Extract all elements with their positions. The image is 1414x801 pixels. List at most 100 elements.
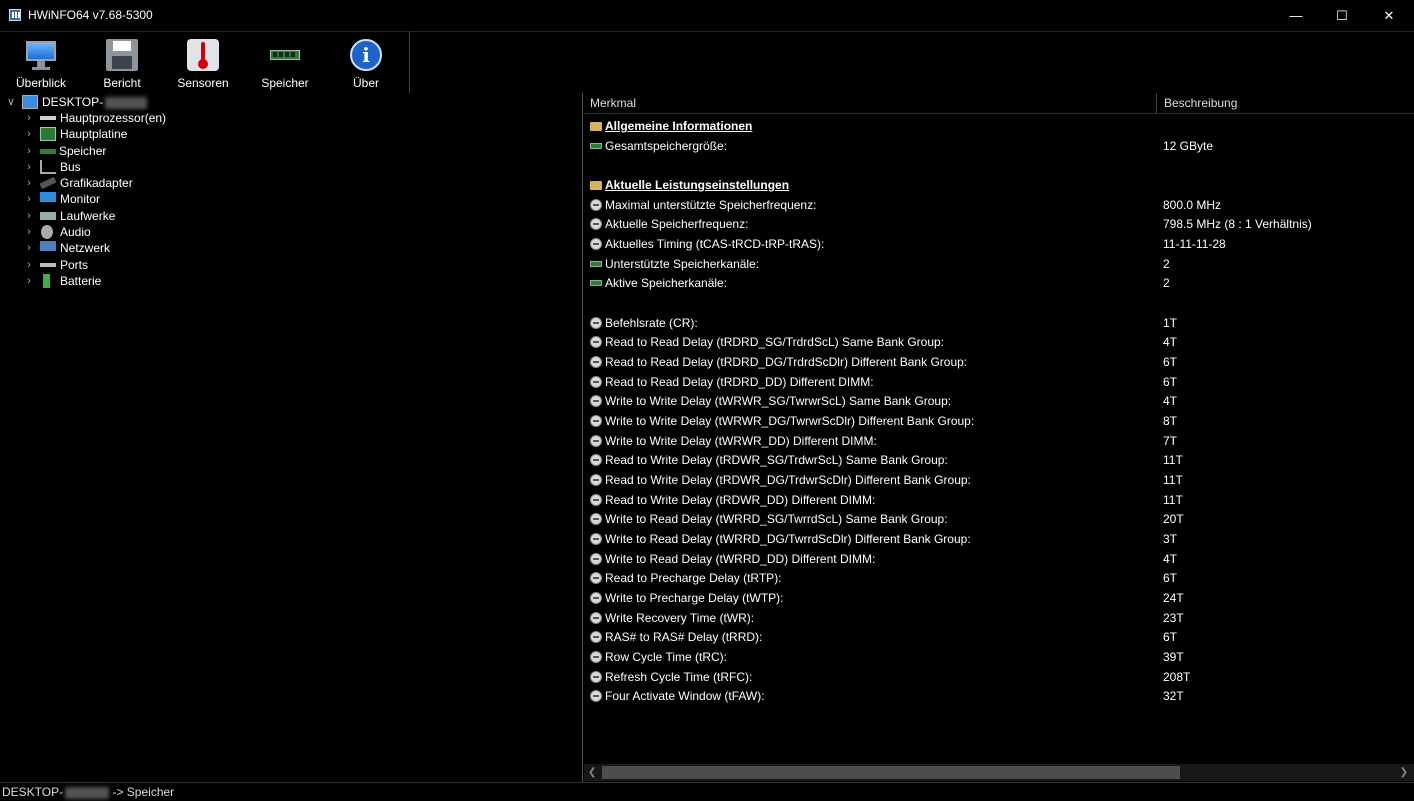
close-button[interactable]: ✕: [1366, 0, 1412, 31]
expand-chevron-icon[interactable]: ›: [24, 143, 34, 159]
detail-label: Aktuelle Leistungseinstellungen: [605, 178, 790, 192]
tree-item-label: Batterie: [60, 274, 102, 288]
detail-label: Befehlsrate (CR):: [605, 316, 698, 330]
detail-value: 798.5 MHz (8 : 1 Verhältnis): [1163, 217, 1312, 231]
info-circle-icon: [590, 395, 602, 407]
device-tree: ∨ DESKTOP- › Hauptprozessor(en) › Hauptp…: [0, 93, 583, 782]
detail-value: 8T: [1163, 414, 1178, 428]
memory-icon: [590, 143, 602, 149]
expand-chevron-icon[interactable]: ›: [24, 208, 34, 224]
scrollbar-thumb[interactable]: [602, 766, 1180, 779]
tree-item-label: Hauptprozessor(en): [60, 111, 167, 125]
report-label: Bericht: [103, 76, 141, 90]
bus-icon: [40, 160, 56, 174]
detail-label: Refresh Cycle Time (tRFC):: [605, 670, 753, 684]
expand-chevron-icon[interactable]: ›: [24, 126, 34, 142]
detail-label: Row Cycle Time (tRC):: [605, 650, 728, 664]
detail-value: 2: [1163, 257, 1170, 271]
battery-icon: [43, 274, 50, 288]
detail-label: Write to Read Delay (tWRRD_SG/TwrrdScL) …: [605, 512, 948, 526]
tree-item-label: Bus: [60, 160, 81, 174]
sensors-label: Sensoren: [177, 76, 229, 90]
about-button[interactable]: i Über: [328, 39, 404, 93]
ports-icon: [40, 263, 56, 267]
audio-icon: [41, 225, 53, 239]
memory-icon: [590, 261, 602, 267]
info-circle-icon: [590, 494, 602, 506]
detail-label: Aktuelle Speicherfrequenz:: [605, 217, 749, 231]
horizontal-scrollbar[interactable]: ❮ ❯: [584, 764, 1414, 781]
detail-label: Aktive Speicherkanäle:: [605, 276, 728, 290]
detail-value: 6T: [1163, 375, 1178, 389]
maximize-button[interactable]: ☐: [1319, 0, 1365, 31]
detail-label: Write to Write Delay (tWRWR_DG/TwrwrScDl…: [605, 414, 975, 428]
column-header-beschreibung[interactable]: Beschreibung: [1158, 93, 1414, 114]
detail-label: RAS# to RAS# Delay (tRRD):: [605, 630, 763, 644]
detail-value: 2: [1163, 276, 1170, 290]
detail-value: 208T: [1163, 670, 1191, 684]
expand-chevron-icon[interactable]: ›: [24, 257, 34, 273]
tree-item-label: Ports: [60, 258, 89, 272]
tree-item-label: Audio: [60, 225, 91, 239]
detail-value: 32T: [1163, 689, 1184, 703]
tree-item-label: Monitor: [60, 192, 101, 206]
scroll-left-icon[interactable]: ❮: [588, 764, 596, 781]
detail-label: Allgemeine Informationen: [605, 119, 753, 133]
folder-icon: [590, 181, 602, 190]
expand-chevron-icon[interactable]: ›: [24, 240, 34, 256]
thermometer-icon: [187, 39, 219, 71]
sensors-button[interactable]: Sensoren: [165, 39, 241, 93]
tree-item-label: Speicher: [59, 144, 107, 158]
detail-value: 39T: [1163, 650, 1184, 664]
memory-module-icon: [269, 39, 301, 71]
info-circle-icon: [590, 572, 602, 584]
details-list: Merkmal Beschreibung Allgemeine Informat…: [584, 93, 1414, 782]
tree-root-label: DESKTOP-: [42, 95, 104, 109]
gpu-icon: [39, 176, 57, 190]
detail-label: Read to Precharge Delay (tRTP):: [605, 571, 782, 585]
column-header-merkmal[interactable]: Merkmal: [584, 93, 1157, 114]
scroll-right-icon[interactable]: ❯: [1400, 764, 1408, 781]
info-circle-icon: [590, 553, 602, 565]
info-circle-icon: [590, 317, 602, 329]
collapse-chevron-icon[interactable]: ∨: [6, 94, 16, 110]
expand-chevron-icon[interactable]: ›: [24, 159, 34, 175]
memory-button[interactable]: Speicher: [247, 39, 323, 93]
detail-label: Write to Write Delay (tWRWR_DD) Differen…: [605, 434, 877, 448]
detail-value: 4T: [1163, 552, 1178, 566]
detail-label: Read to Write Delay (tRDWR_SG/TrdwrScL) …: [605, 453, 948, 467]
detail-value: 1T: [1163, 316, 1178, 330]
title-bar: HWiNFO64 v7.68-5300 — ☐ ✕: [0, 0, 1414, 32]
detail-value: 7T: [1163, 434, 1178, 448]
info-circle-icon: [590, 671, 602, 683]
info-circle-icon: [590, 454, 602, 466]
detail-label: Write to Read Delay (tWRRD_DD) Different…: [605, 552, 876, 566]
expand-chevron-icon[interactable]: ›: [24, 191, 34, 207]
detail-value: 11T: [1163, 453, 1183, 467]
detail-label: Maximal unterstützte Speicherfrequenz:: [605, 198, 817, 212]
memory-icon: [590, 280, 602, 286]
detail-value: 12 GByte: [1163, 139, 1214, 153]
minimize-button[interactable]: —: [1273, 0, 1319, 31]
info-circle-icon: [590, 474, 602, 486]
detail-label: Write to Write Delay (tWRWR_SG/TwrwrScL)…: [605, 394, 952, 408]
detail-value: 6T: [1163, 355, 1178, 369]
computer-icon: [22, 95, 38, 109]
info-circle-icon: [590, 238, 602, 250]
detail-value: 6T: [1163, 571, 1178, 585]
detail-label: Read to Read Delay (tRDRD_DG/TrdrdScDlr)…: [605, 355, 968, 369]
expand-chevron-icon[interactable]: ›: [24, 110, 34, 126]
expand-chevron-icon[interactable]: ›: [24, 224, 34, 240]
redacted-hostname: [105, 96, 148, 109]
expand-chevron-icon[interactable]: ›: [24, 175, 34, 191]
expand-chevron-icon[interactable]: ›: [24, 273, 34, 289]
detail-label: Aktuelles Timing (tCAS-tRCD-tRP-tRAS):: [605, 237, 825, 251]
overview-button[interactable]: Überblick: [3, 39, 79, 93]
drive-icon: [40, 212, 56, 220]
report-button[interactable]: Bericht: [84, 39, 160, 93]
tree-item-label: Grafikadapter: [60, 176, 133, 190]
motherboard-icon: [40, 127, 56, 141]
folder-icon: [590, 122, 602, 131]
info-circle-icon: [590, 612, 602, 624]
detail-label: Write Recovery Time (tWR):: [605, 611, 755, 625]
